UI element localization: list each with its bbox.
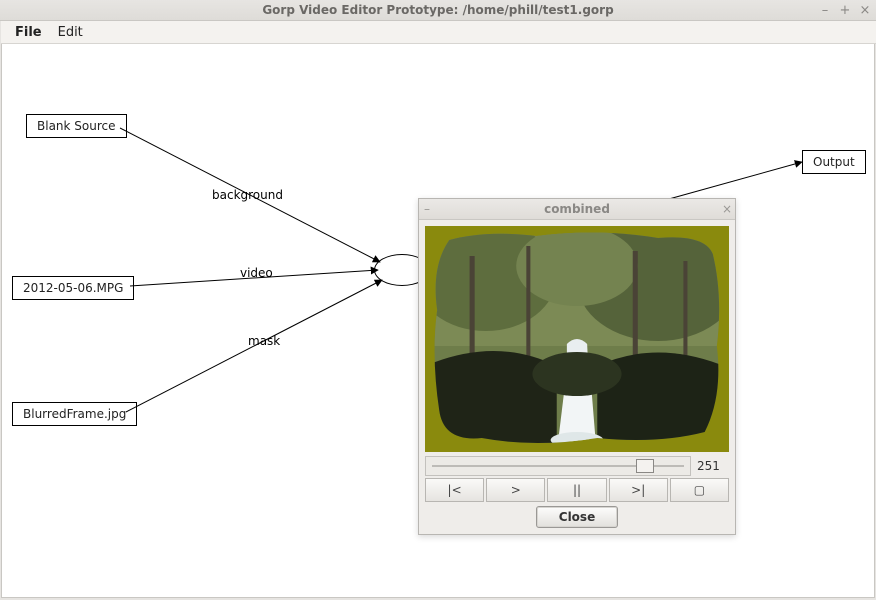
node-output[interactable]: Output	[802, 150, 866, 174]
preview-close-icon[interactable]: ×	[719, 202, 735, 216]
preview-window[interactable]: – combined ×	[418, 198, 736, 535]
slider-thumb-icon[interactable]	[636, 459, 654, 473]
minimize-icon[interactable]: –	[818, 3, 832, 18]
preview-image	[425, 226, 729, 452]
node-blank-source[interactable]: Blank Source	[26, 114, 127, 138]
to-start-button[interactable]: |<	[425, 478, 484, 502]
menu-edit[interactable]: Edit	[50, 23, 91, 42]
edge-label-mask: mask	[248, 334, 280, 348]
play-button[interactable]: >	[486, 478, 545, 502]
preview-minimize-icon[interactable]: –	[419, 202, 435, 216]
main-window-titlebar: Gorp Video Editor Prototype: /home/phill…	[0, 0, 876, 21]
close-button[interactable]: Close	[536, 506, 618, 528]
menubar: File Edit	[1, 21, 876, 44]
main-window-title: Gorp Video Editor Prototype: /home/phill…	[0, 3, 876, 17]
timeline-position: 251	[697, 459, 729, 473]
node-clip1[interactable]: 2012-05-06.MPG	[12, 276, 134, 300]
maximize-icon[interactable]: +	[838, 3, 852, 18]
stop-button[interactable]: ▢	[670, 478, 729, 502]
preview-title: combined	[435, 202, 719, 216]
edge-label-background: background	[212, 188, 283, 202]
preview-frame	[425, 226, 729, 452]
edge-label-video: video	[240, 266, 273, 280]
pause-button[interactable]: ||	[547, 478, 606, 502]
preview-titlebar[interactable]: – combined ×	[419, 199, 735, 220]
to-end-button[interactable]: >|	[609, 478, 668, 502]
close-icon[interactable]: ×	[858, 3, 872, 18]
transport-controls: |< > || >| ▢	[425, 478, 729, 502]
menu-file[interactable]: File	[7, 23, 50, 42]
graph-canvas[interactable]: Blank Source 2012-05-06.MPG BlurredFrame…	[1, 44, 875, 598]
node-blurred[interactable]: BlurredFrame.jpg	[12, 402, 137, 426]
timeline-slider[interactable]	[425, 456, 691, 476]
